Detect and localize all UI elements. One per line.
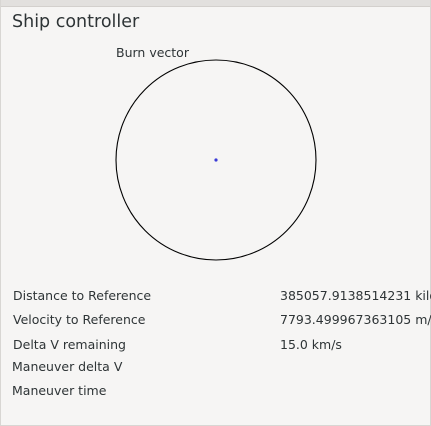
delta-v-remaining-label: Delta V remaining <box>13 337 126 352</box>
velocity-label: Velocity to Reference <box>13 312 146 327</box>
velocity-value: 7793.499967363105 m/s <box>280 312 431 327</box>
maneuver-delta-v-label: Maneuver delta V <box>12 359 123 374</box>
maneuver-time-label: Maneuver time <box>12 383 107 398</box>
window-top-border <box>0 0 431 7</box>
distance-label: Distance to Reference <box>13 288 152 303</box>
window-left-border <box>0 0 1 426</box>
window-title: Ship controller <box>12 12 140 32</box>
burn-vector-control[interactable] <box>110 58 322 266</box>
distance-value: 385057.9138514231 kilor <box>280 288 431 303</box>
burn-vector-dot[interactable] <box>214 158 218 162</box>
delta-v-remaining-value: 15.0 km/s <box>280 337 342 352</box>
